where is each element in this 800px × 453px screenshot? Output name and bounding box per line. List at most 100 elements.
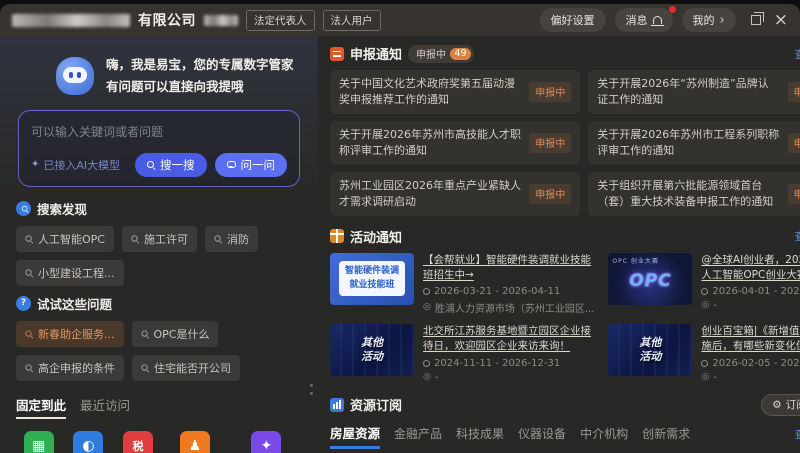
- tab-housing-resources[interactable]: 房屋资源: [330, 423, 380, 449]
- preferences-button[interactable]: 偏好设置: [540, 8, 606, 32]
- question-tag[interactable]: 高企申报的条件: [16, 355, 124, 381]
- notice-item[interactable]: 关于组织开展第六批能源领域首台（套）重大技术装备申报工作的通知 申报中: [588, 172, 800, 216]
- role-tag-legal-user: 法人用户: [323, 10, 381, 31]
- search-icon: [147, 161, 155, 169]
- activity-title-link[interactable]: 北交所江苏服务基地暨立园区企业接待日，欢迎园区企业来访来询！: [423, 324, 594, 354]
- question-tag[interactable]: 住宅能否开公司: [132, 355, 240, 381]
- resources-more-link[interactable]: 查看更多: [795, 426, 800, 442]
- clock-icon: [423, 360, 430, 367]
- activity-title-link[interactable]: 创业百宝箱|《新增值税法实施后，有哪些新变化值得关注》: [701, 324, 800, 354]
- window-close-button[interactable]: ×: [774, 12, 788, 29]
- compass-icon: ◐: [73, 431, 103, 453]
- status-badge: 申报中: [529, 184, 571, 204]
- company-badge-redacted: [204, 15, 238, 26]
- resources-title: 资源订阅: [350, 395, 402, 414]
- discovery-tag[interactable]: 小型建设工程...: [16, 260, 124, 286]
- tab-recent-visits[interactable]: 最近访问: [80, 395, 130, 414]
- question-tag[interactable]: OPC是什么: [132, 321, 219, 347]
- activities-more-link[interactable]: 查看更多: [795, 228, 800, 244]
- try-questions-header: ? 试试这些问题: [16, 294, 310, 313]
- ask-button[interactable]: 问一问: [215, 153, 288, 177]
- activity-notices-section: 活动通知 查看更多 智能硬件装调 就业技能班 【会帮就业】智能硬件装调就业技能班…: [330, 227, 800, 383]
- search-icon: [25, 269, 32, 276]
- notice-item[interactable]: 关于开展2026年苏州市高技能人才职称评审工作的通知 申报中: [330, 121, 580, 165]
- window-restore-button[interactable]: [751, 15, 761, 25]
- search-icon: [25, 235, 32, 242]
- app-grid: ▦ 项目建设 ◐ 投资创业 税 税务服务 ♟ 用工服务 ✦ 创新需求服务: [16, 431, 310, 453]
- location-icon: ◎: [701, 301, 709, 310]
- assistant-greeting: 嗨，我是易宝，您的专属数字管家 有问题可以直接向我提哦: [106, 54, 294, 98]
- role-tag-legal-rep: 法定代表人: [246, 10, 315, 31]
- app-invest-startup[interactable]: ◐ 投资创业: [66, 431, 112, 453]
- search-discovery-header: 搜索发现: [16, 199, 310, 218]
- ai-input-card: ✦ 已接入AI大模型 搜一搜 问一问: [18, 110, 300, 187]
- location-icon: ◎: [701, 373, 709, 382]
- assistant-avatar: [54, 55, 96, 97]
- notice-item[interactable]: 关于开展2026年“苏州制造”品牌认证工作的通知 申报中: [588, 70, 800, 114]
- sparkle-icon: ✦: [31, 159, 39, 170]
- resource-subscription-section: 资源订阅 ⚙ 订阅设置 房屋资源 金融产品 科技成果 仪器设备 中介机构 创新需…: [330, 394, 800, 453]
- tab-tech-achievements[interactable]: 科技成果: [456, 425, 504, 442]
- activity-title-link[interactable]: 【会帮就业】智能硬件装调就业技能班招生中→: [423, 253, 594, 283]
- activity-thumbnail: OPC 创业大赛 OPC: [608, 253, 692, 305]
- page-indicator-dots: [310, 384, 313, 395]
- notice-item[interactable]: 关于开展2026年苏州市工程系列职称评审工作的通知 申报中: [588, 121, 800, 165]
- discovery-tag[interactable]: 施工许可: [122, 226, 197, 252]
- status-badge: 申报中: [788, 133, 800, 153]
- app-innovation-demand[interactable]: ✦ 创新需求服务: [229, 431, 304, 453]
- my-account-button[interactable]: 我的 ›: [682, 8, 736, 32]
- tab-instruments[interactable]: 仪器设备: [518, 425, 566, 442]
- ai-search-input[interactable]: [31, 125, 287, 139]
- assistant-panel: 嗨，我是易宝，您的专属数字管家 有问题可以直接向我提哦 ✦ 已接入AI大模型 搜…: [0, 36, 318, 453]
- activity-title-link[interactable]: @全球AI创业者，2026国际人工智能OPC创业大赛报名通道开启: [701, 253, 800, 283]
- activity-card[interactable]: 其他活动 创业百宝箱|《新增值税法实施后，有哪些新变化值得关注》 2026-02…: [608, 324, 800, 382]
- company-name-suffix: 有限公司: [138, 10, 196, 30]
- status-badge: 申报中: [529, 133, 571, 153]
- chevron-right-icon: ›: [720, 14, 725, 27]
- discovery-tag[interactable]: 人工智能OPC: [16, 226, 114, 252]
- declare-more-link[interactable]: 查看更多: [795, 46, 800, 62]
- clock-icon: [701, 360, 708, 367]
- app-tax-service[interactable]: 税 税务服务: [115, 431, 161, 453]
- tab-innovation-demand[interactable]: 创新需求: [642, 425, 690, 442]
- activities-title: 活动通知: [350, 227, 402, 246]
- discovery-search-icon: [16, 201, 31, 216]
- status-badge: 申报中: [529, 82, 571, 102]
- chat-bubble-icon: [227, 161, 236, 168]
- clock-icon: [701, 288, 708, 295]
- search-discovery-tags: 人工智能OPC 施工许可 消防 小型建设工程...: [16, 226, 310, 286]
- declare-count-badge: 申报中 49: [408, 45, 474, 63]
- subscription-settings-button[interactable]: ⚙ 订阅设置: [761, 394, 800, 416]
- search-icon: [141, 364, 148, 371]
- activity-card[interactable]: 智能硬件装调 就业技能班 【会帮就业】智能硬件装调就业技能班招生中→ 2026-…: [330, 253, 594, 315]
- activity-thumbnail: 其他活动: [330, 324, 414, 376]
- activity-card[interactable]: OPC 创业大赛 OPC @全球AI创业者，2026国际人工智能OPC创业大赛报…: [608, 253, 800, 315]
- activity-card[interactable]: 其他活动 北交所江苏服务基地暨立园区企业接待日，欢迎园区企业来访来询！ 2024…: [330, 324, 594, 382]
- location-icon: ◎: [423, 303, 431, 312]
- search-button[interactable]: 搜一搜: [135, 153, 207, 177]
- clock-icon: [423, 288, 430, 295]
- worker-icon: ♟: [180, 431, 210, 453]
- tab-pinned[interactable]: 固定到此: [16, 395, 66, 419]
- activity-thumbnail: 智能硬件装调 就业技能班: [330, 253, 414, 305]
- app-project-construction[interactable]: ▦ 项目建设: [16, 431, 62, 453]
- notice-item[interactable]: 苏州工业园区2026年重点产业紧缺人才需求调研启动 申报中: [330, 172, 580, 216]
- app-employment-service[interactable]: ♟ 用工服务: [165, 431, 225, 453]
- question-tag-highlighted[interactable]: 新春助企服务...: [16, 321, 124, 347]
- tab-financial-products[interactable]: 金融产品: [394, 425, 442, 442]
- tab-intermediaries[interactable]: 中介机构: [580, 425, 628, 442]
- messages-button[interactable]: 消息: [615, 8, 673, 32]
- discovery-tag[interactable]: 消防: [205, 226, 258, 252]
- question-circle-icon: ?: [16, 296, 31, 311]
- app-window: 有限公司 法定代表人 法人用户 偏好设置 消息 我的 › ×: [0, 4, 800, 453]
- company-name-redacted: [12, 14, 130, 27]
- search-icon: [214, 235, 221, 242]
- declare-notices-section: 申报通知 申报中 49 查看更多 关于中国文化艺术政府奖第五届动漫奖申报推荐工作…: [330, 44, 800, 216]
- notification-dot: [668, 5, 677, 14]
- title-bar: 有限公司 法定代表人 法人用户 偏好设置 消息 我的 › ×: [0, 4, 800, 36]
- search-icon: [25, 330, 32, 337]
- notice-item[interactable]: 关于中国文化艺术政府奖第五届动漫奖申报推荐工作的通知 申报中: [330, 70, 580, 114]
- status-badge: 申报中: [788, 184, 800, 204]
- gift-icon: [330, 229, 344, 243]
- gear-icon: ⚙: [772, 399, 781, 411]
